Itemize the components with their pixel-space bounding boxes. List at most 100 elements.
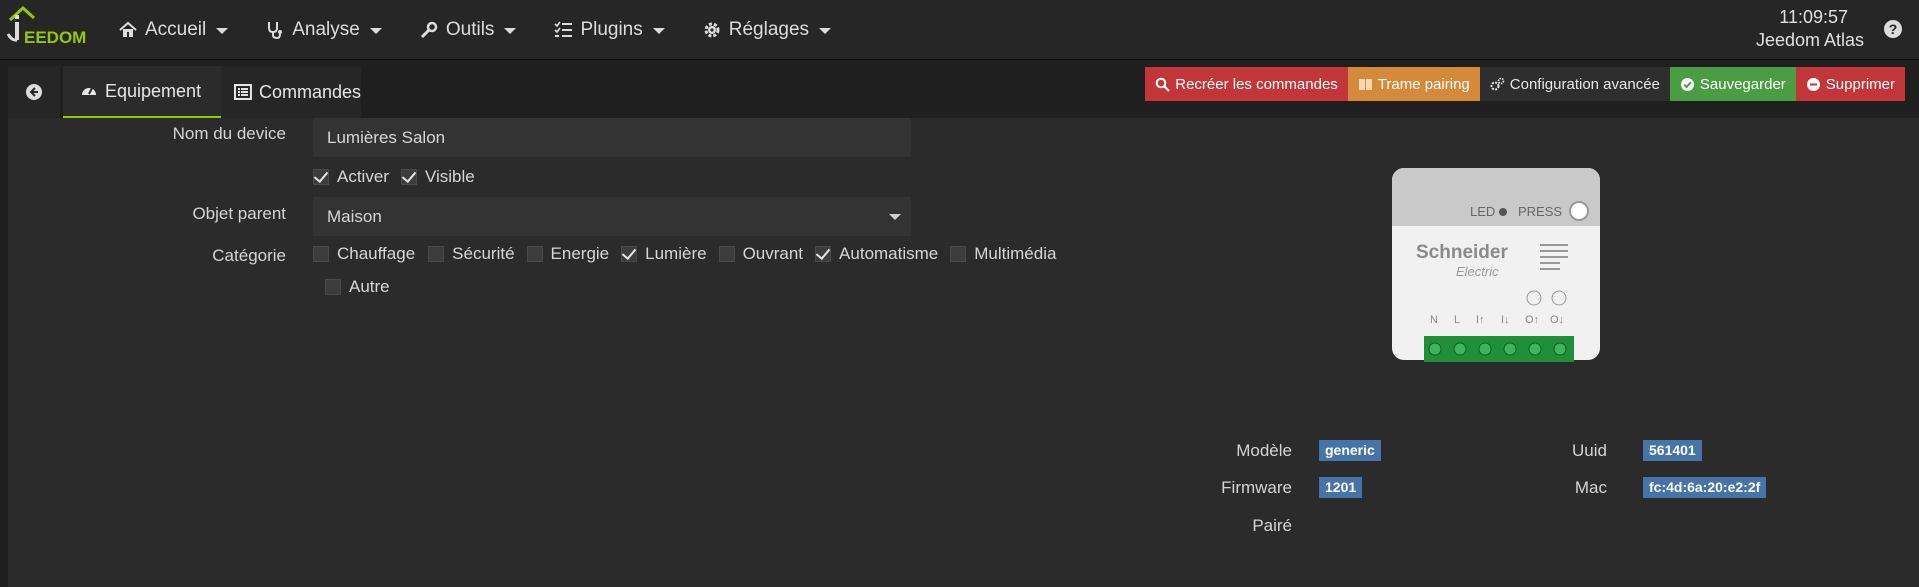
save-label: Sauvegarder <box>1699 75 1786 93</box>
firmware-badge: 1201 <box>1319 477 1363 498</box>
device-image: LED PRESS Schneider Electric N L I↑ I↓ O… <box>1392 168 1600 362</box>
firmware-label: Firmware <box>1221 478 1292 497</box>
chevron-down-icon <box>819 28 832 34</box>
category-securite[interactable]: Sécurité <box>428 244 515 264</box>
tasks-icon <box>554 21 573 37</box>
uuid-label: Uuid <box>1572 441 1607 460</box>
tab-equipement[interactable]: Equipement <box>63 66 221 118</box>
menu-reglages-label: Réglages <box>728 19 810 40</box>
category-lumiere-box[interactable] <box>621 246 638 262</box>
chevron-down-icon <box>369 28 382 34</box>
stethoscope-icon <box>268 22 283 40</box>
mac-label: Mac <box>1574 478 1607 497</box>
category-chauffage[interactable]: Chauffage <box>313 244 415 264</box>
trame-pairing-button[interactable]: Trame pairing <box>1347 67 1480 101</box>
check-circle-icon <box>1680 77 1694 91</box>
chevron-down-icon <box>504 28 517 34</box>
name-label: Nom du device <box>172 124 286 143</box>
category-chauffage-box[interactable] <box>313 246 329 262</box>
menu-analyse[interactable]: Analyse <box>265 19 382 41</box>
category-autre-box[interactable] <box>325 279 341 295</box>
activate-label: Activer <box>337 167 389 186</box>
tab-commandes[interactable]: Commandes <box>221 66 361 118</box>
delete-button[interactable]: Supprimer <box>1795 67 1905 101</box>
recreate-commands-label: Recréer les commandes <box>1175 75 1338 93</box>
category-label: Catégorie <box>212 246 286 265</box>
recreate-commands-button[interactable]: Recréer les commandes <box>1145 67 1348 101</box>
device-brand-text: Schneider <box>1416 242 1508 263</box>
category-row-2: Autre <box>325 277 402 297</box>
arrow-circle-left-icon <box>26 84 42 100</box>
terminal-i-up: I↑ <box>1476 314 1485 326</box>
device-led-text: LED <box>1470 204 1495 219</box>
visible-check-box[interactable] <box>400 169 417 185</box>
device-press-text: PRESS <box>1518 204 1562 219</box>
model-badge: generic <box>1319 440 1381 461</box>
jeedom-logo[interactable]: EEDOM <box>6 4 96 54</box>
category-lumiere[interactable]: Lumière <box>621 244 707 264</box>
model-label: Modèle <box>1236 441 1292 460</box>
menu-plugins[interactable]: Plugins <box>553 19 665 41</box>
tachometer-icon <box>82 87 96 95</box>
category-automatisme-box[interactable] <box>815 246 832 262</box>
category-multimedia-box[interactable] <box>950 246 967 262</box>
menu-analyse-label: Analyse <box>292 19 360 40</box>
paired-label: Pairé <box>1252 516 1292 535</box>
category-chauffage-label: Chauffage <box>337 244 416 263</box>
wrench-icon <box>420 21 438 39</box>
menu-outils-label: Outils <box>445 19 495 40</box>
minus-circle-icon <box>1806 77 1820 91</box>
menu-reglages[interactable]: Réglages <box>702 19 832 41</box>
category-autre[interactable]: Autre <box>325 277 390 297</box>
menu-accueil-label: Accueil <box>145 19 207 40</box>
terminal-i-down: I↓ <box>1501 314 1510 326</box>
back-button[interactable] <box>8 66 60 118</box>
category-energie-box[interactable] <box>526 246 543 262</box>
terminal-n: N <box>1430 314 1438 326</box>
tab-commandes-label: Commandes <box>258 81 361 102</box>
menu-accueil[interactable]: Accueil <box>118 19 229 41</box>
category-multimedia[interactable]: Multimédia <box>950 244 1056 264</box>
advanced-config-button[interactable]: Configuration avancée <box>1479 67 1670 101</box>
category-energie[interactable]: Energie <box>526 244 609 264</box>
category-securite-label: Sécurité <box>452 244 515 263</box>
top-navbar: EEDOM Accueil Analyse Outils Plugins Rég… <box>0 0 1919 60</box>
equipment-page: Equipement Commandes Recréer les command… <box>8 66 1919 587</box>
search-icon <box>1155 77 1171 92</box>
category-automatisme[interactable]: Automatisme <box>815 244 938 264</box>
visible-checkbox[interactable]: Visible <box>400 167 475 187</box>
category-automatisme-label: Automatisme <box>839 244 939 263</box>
main-menu: Accueil Analyse Outils Plugins Réglages <box>118 0 868 60</box>
question-circle-icon[interactable]: ? <box>1883 19 1903 39</box>
category-ouvrant-box[interactable] <box>718 246 735 262</box>
svg-text:?: ? <box>1889 21 1898 37</box>
clock: 11:09:57 <box>1779 7 1848 27</box>
chevron-down-icon <box>652 28 665 34</box>
advanced-config-label: Configuration avancée <box>1509 75 1660 93</box>
category-securite-box[interactable] <box>428 246 445 262</box>
category-ouvrant-label: Ouvrant <box>742 244 804 263</box>
category-ouvrant[interactable]: Ouvrant <box>718 244 804 264</box>
hostname[interactable]: Jeedom Atlas <box>1756 28 1864 52</box>
chevron-down-icon <box>216 28 229 34</box>
parent-object-select[interactable]: Maison <box>313 197 911 236</box>
list-alt-icon <box>234 84 252 100</box>
cog-icon <box>704 22 720 38</box>
activate-checkbox[interactable]: Activer <box>313 167 389 187</box>
home-icon <box>119 21 137 37</box>
parent-label: Objet parent <box>192 204 286 223</box>
cogs-icon <box>1490 77 1505 90</box>
category-row-1: Chauffage Sécurité Energie Lumière Ouvra… <box>313 244 1068 264</box>
device-name-input[interactable]: Lumières Salon <box>313 118 911 157</box>
trame-pairing-label: Trame pairing <box>1377 75 1470 93</box>
action-buttons: Recréer les commandes Trame pairing Conf… <box>1145 67 1905 101</box>
terminal-l: L <box>1454 314 1460 326</box>
book-icon <box>1358 78 1372 90</box>
menu-outils[interactable]: Outils <box>419 19 517 41</box>
terminal-o-down: O↓ <box>1550 314 1564 326</box>
save-button[interactable]: Sauvegarder <box>1669 67 1796 101</box>
activate-check-box[interactable] <box>313 169 329 185</box>
mac-badge: fc:4d:6a:20:e2:2f <box>1643 477 1767 498</box>
category-autre-label: Autre <box>349 277 390 296</box>
tab-bar: Equipement Commandes Recréer les command… <box>8 66 1919 118</box>
